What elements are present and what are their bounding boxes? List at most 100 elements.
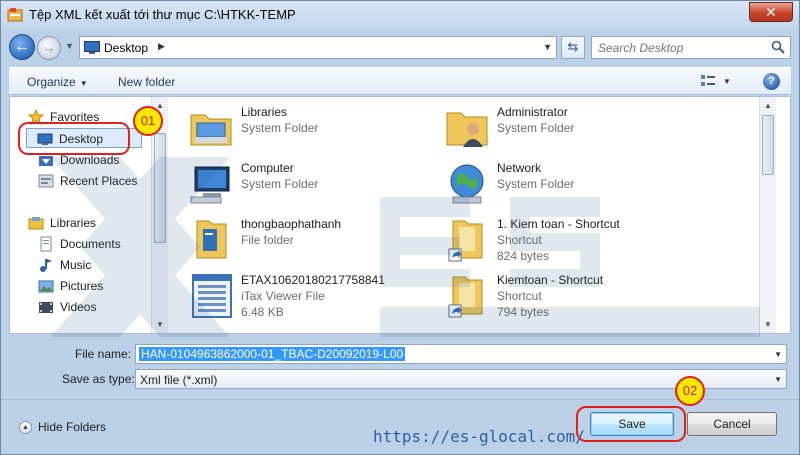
file-item-etax[interactable]: ETAX10620180217758841 iTax Viewer File 6… — [169, 269, 409, 321]
file-type: iTax Viewer File — [241, 289, 325, 303]
chevron-down-icon[interactable]: ▼ — [774, 350, 782, 359]
documents-icon — [40, 236, 52, 252]
libraries-folder-icon — [190, 114, 232, 146]
file-list-scrollbar[interactable]: ▲ ▼ — [759, 97, 776, 333]
file-item-network[interactable]: Network System Folder — [425, 157, 665, 209]
nav-label: Music — [60, 258, 92, 272]
arrow-right-icon: → — [42, 40, 56, 55]
file-name-input[interactable]: HAN-0104963862000-01_TBAC-D20092019-L00 … — [135, 344, 787, 364]
nav-music[interactable]: Music — [10, 255, 150, 275]
file-name-value[interactable]: HAN-0104963862000-01_TBAC-D20092019-L00 — [139, 347, 406, 361]
file-name: ETAX10620180217758841 — [241, 273, 385, 287]
forward-button[interactable]: → — [37, 36, 61, 60]
nav-pictures[interactable]: Pictures — [10, 276, 150, 296]
nav-scroll-thumb[interactable] — [154, 133, 166, 243]
folder-icon — [196, 220, 227, 259]
organize-label: Organize — [27, 75, 76, 89]
organize-button[interactable]: Organize ▼ — [27, 75, 88, 89]
desktop-icon — [84, 41, 100, 54]
file-type: System Folder — [241, 121, 319, 135]
step-badge-2: 02 — [675, 376, 705, 406]
file-item-computer[interactable]: Computer System Folder — [169, 157, 409, 209]
recent-places-icon — [38, 174, 54, 188]
chevron-down-icon[interactable]: ▼ — [774, 375, 782, 384]
nav-label: Downloads — [60, 153, 120, 167]
scroll-up-icon[interactable]: ▲ — [764, 101, 772, 110]
file-item-libraries[interactable]: Libraries System Folder — [169, 101, 409, 153]
view-dropdown[interactable]: ▼ — [723, 77, 731, 86]
chevron-right-icon[interactable]: ▶ — [158, 41, 165, 52]
nav-label: Recent Places — [60, 174, 138, 188]
file-type: System Folder — [497, 121, 575, 135]
save-type-label: Save as type: — [62, 372, 135, 386]
chevron-down-icon[interactable]: ▼ — [543, 42, 552, 52]
file-item-kiem-toan-shortcut[interactable]: 1. Kiem toan - Shortcut Shortcut 824 byt… — [425, 213, 665, 265]
address-bar[interactable]: Desktop ▶ ▼ — [79, 36, 557, 59]
close-button[interactable]: ✕ — [749, 2, 793, 22]
libraries-icon — [28, 217, 44, 230]
file-name: thongbaophathanh — [241, 217, 342, 231]
file-type: System Folder — [241, 177, 319, 191]
file-name: Libraries — [241, 105, 288, 119]
file-name: Kiemtoan - Shortcut — [497, 273, 604, 287]
nav-documents[interactable]: Documents — [10, 234, 150, 254]
scroll-down-icon[interactable]: ▼ — [156, 320, 164, 329]
address-row: ← → ▼ Desktop ▶ ▼ ⇆ — [1, 31, 799, 63]
address-location[interactable]: Desktop — [104, 41, 148, 55]
file-type: Shortcut — [497, 233, 542, 247]
nav-recent-places[interactable]: Recent Places — [10, 171, 150, 191]
scroll-down-icon[interactable]: ▼ — [764, 320, 772, 329]
arrow-left-icon: ← — [14, 38, 30, 55]
network-icon — [450, 164, 484, 204]
back-button[interactable]: ← — [9, 34, 35, 60]
file-name: 1. Kiem toan - Shortcut — [497, 217, 620, 231]
file-name: Administrator — [497, 105, 568, 119]
file-type: File folder — [241, 233, 294, 247]
command-bar: Organize ▼ New folder ▼ ? — [9, 67, 791, 95]
new-folder-button[interactable]: New folder — [118, 75, 175, 89]
file-type: Shortcut — [497, 289, 542, 303]
caret-down-icon: ▼ — [79, 79, 88, 88]
nav-label: Documents — [60, 237, 121, 251]
hide-folders-button[interactable]: ▲ Hide Folders — [19, 420, 106, 435]
save-dialog: Tệp XML kết xuất tới thư mục C:\HTKK-TEM… — [0, 0, 800, 455]
cancel-button[interactable]: Cancel — [687, 412, 777, 436]
view-options-icon[interactable] — [700, 74, 716, 88]
nav-label: Pictures — [60, 279, 104, 293]
collapse-up-icon: ▲ — [19, 421, 32, 435]
file-item-thongbaophathanh[interactable]: thongbaophathanh File folder — [169, 213, 409, 265]
file-name: Network — [497, 161, 542, 175]
file-size: 6.48 KB — [241, 305, 284, 319]
search-input[interactable] — [592, 37, 764, 58]
nav-libraries[interactable]: Libraries — [10, 213, 150, 233]
file-size: 824 bytes — [497, 249, 550, 263]
search-icon[interactable] — [771, 40, 785, 54]
recent-locations-dropdown[interactable]: ▼ — [65, 41, 74, 51]
nav-label: Libraries — [50, 216, 97, 230]
folder-shortcut-icon — [448, 276, 483, 318]
file-size: 794 bytes — [497, 305, 550, 319]
nav-label: Videos — [60, 300, 97, 314]
step-badge-1: 01 — [133, 106, 163, 136]
file-list: Libraries System Folder Administrator Sy… — [169, 97, 776, 333]
nav-videos[interactable]: Videos — [10, 297, 150, 317]
file-list-scroll-thumb[interactable] — [762, 115, 774, 175]
refresh-button[interactable]: ⇆ — [561, 36, 585, 59]
refresh-icon: ⇆ — [567, 39, 579, 54]
file-name: Computer — [241, 161, 294, 175]
file-item-administrator[interactable]: Administrator System Folder — [425, 101, 665, 153]
itax-file-icon — [192, 274, 232, 318]
save-type-value: Xml file (*.xml) — [140, 373, 218, 387]
app-icon — [7, 8, 23, 22]
highlight-save — [576, 406, 686, 442]
pictures-icon — [38, 280, 54, 293]
help-icon[interactable]: ? — [763, 73, 780, 90]
computer-icon — [190, 166, 230, 204]
file-item-kiemtoan-shortcut[interactable]: Kiemtoan - Shortcut Shortcut 794 bytes — [425, 269, 665, 321]
watermark-url: https://es-glocal.com/ — [373, 427, 585, 446]
music-icon — [40, 259, 52, 272]
folder-shortcut-icon — [448, 220, 483, 262]
search-box[interactable] — [591, 36, 791, 59]
file-name-label: File name: — [75, 347, 132, 361]
window-title: Tệp XML kết xuất tới thư mục C:\HTKK-TEM… — [29, 7, 296, 22]
